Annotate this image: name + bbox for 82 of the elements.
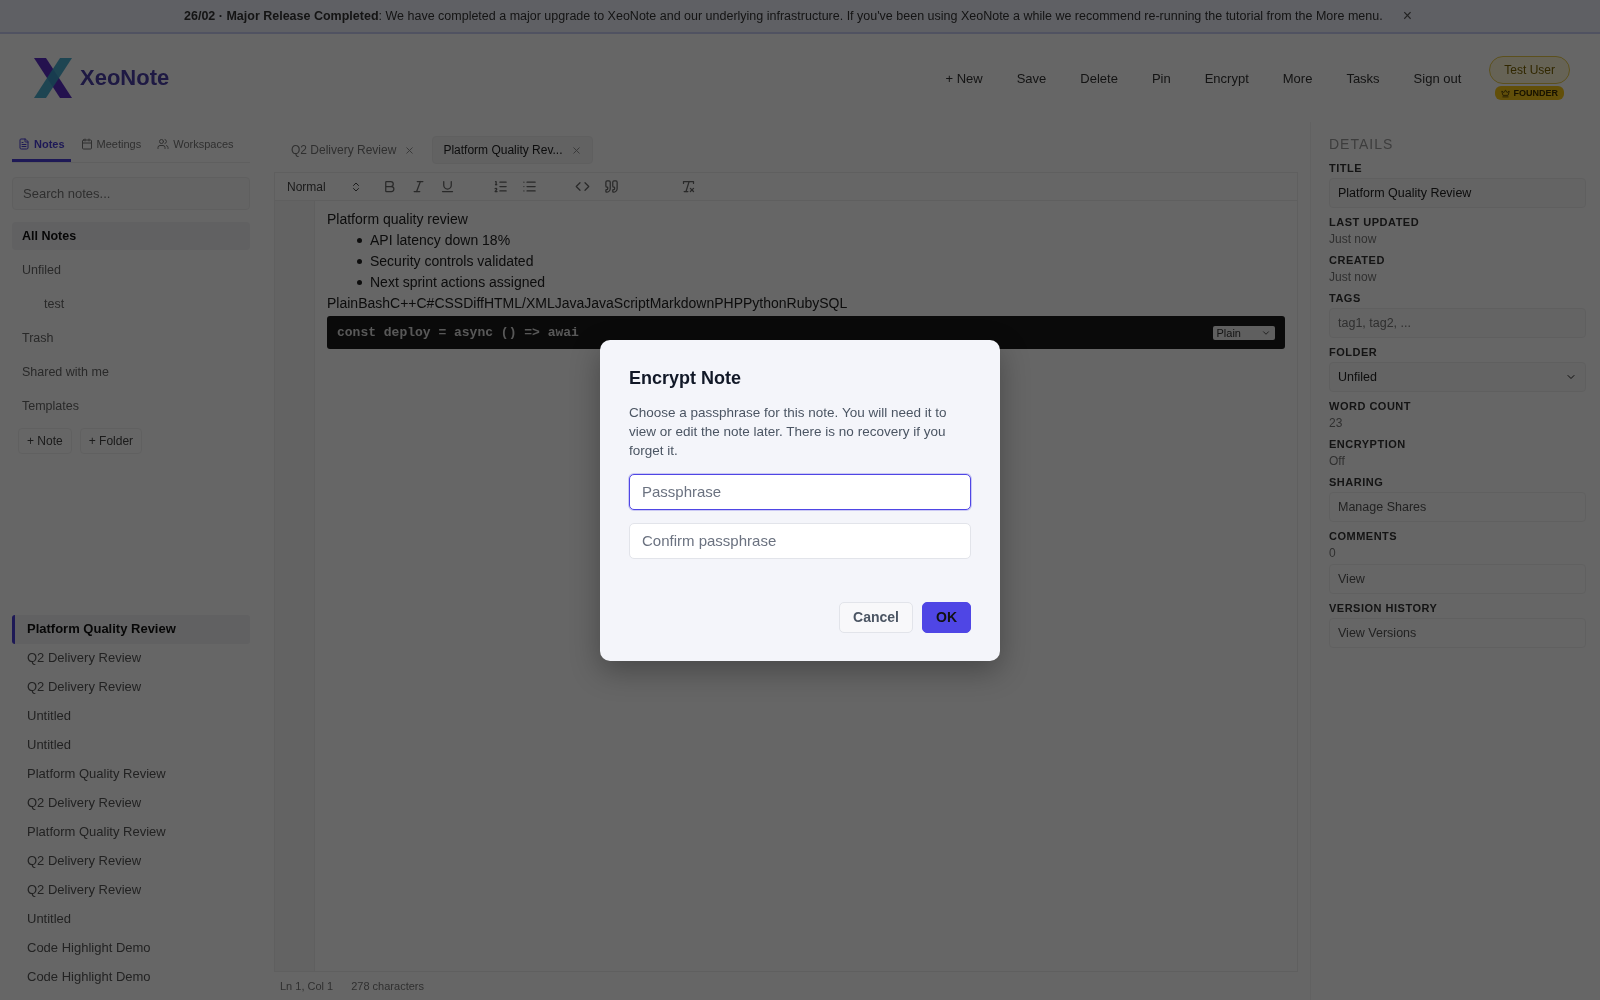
nav-button[interactable]: + New (931, 64, 997, 92)
bullet-icon (357, 279, 362, 285)
note-item[interactable]: Q2 Delivery Review (12, 847, 250, 876)
details-input-field[interactable]: Platform Quality Review (1329, 178, 1586, 208)
nav-button[interactable]: Pin (1137, 64, 1185, 92)
close-icon (570, 144, 582, 156)
ordered-list-icon[interactable] (492, 179, 508, 194)
detail-label: COMMENTS (1329, 530, 1399, 542)
folder-item[interactable]: Templates (12, 392, 250, 420)
nav-button[interactable]: More (1268, 64, 1327, 92)
detail-label: CREATED (1329, 254, 1386, 266)
folder-item[interactable]: All Notes (12, 222, 250, 250)
detail-label: VERSION HISTORY (1329, 602, 1439, 614)
note-item[interactable]: Platform Quality Review (12, 818, 250, 847)
folder-item[interactable]: Shared with me (12, 358, 250, 386)
note-item[interactable]: Q2 Delivery Review (12, 789, 250, 818)
clear-format-icon[interactable] (680, 179, 696, 194)
detail-label: SHARING (1329, 476, 1385, 488)
detail-label: TITLE (1329, 162, 1364, 174)
note-item[interactable]: Platform Quality Review (12, 615, 250, 644)
nav-button[interactable]: Encrypt (1190, 64, 1263, 92)
brand-name: XeoNote (80, 65, 170, 91)
close-icon (404, 144, 416, 156)
detail-label: FOLDER (1329, 346, 1379, 358)
detail-label: LAST UPDATED (1329, 216, 1421, 228)
bullet-icon (357, 258, 362, 264)
editor-tab[interactable]: Platform Quality Rev... (432, 136, 593, 164)
code-text: const deploy = async () => awai (337, 325, 579, 340)
underline-icon[interactable] (439, 179, 455, 194)
note-item[interactable]: Code Highlight Demo (12, 934, 250, 963)
add-button[interactable]: + Note (18, 428, 72, 454)
cancel-button[interactable]: Cancel (839, 601, 913, 633)
note-item[interactable]: Untitled (12, 702, 250, 731)
nav-button[interactable]: Tasks (1332, 64, 1394, 92)
crown-icon (1501, 88, 1511, 98)
format-select[interactable]: Normal (287, 179, 362, 194)
detail-button[interactable]: Manage Shares (1329, 492, 1586, 522)
paragraph-text: PlainBashC++C#CSSDiffHTML/XMLJavaJavaScriptMarkdownPHPPythonRubySQL (327, 295, 849, 311)
folder-select[interactable]: Unfiled (1329, 362, 1586, 392)
bullet-text: API latency down 18% (370, 232, 511, 248)
folder-item[interactable]: test (34, 290, 250, 318)
note-item[interactable]: Untitled (12, 905, 250, 934)
paragraph-text: Platform quality review (327, 211, 469, 227)
workspaces-icon (157, 138, 170, 150)
bullet-text: Next sprint actions assigned (370, 274, 546, 290)
note-item[interactable]: Q2 Delivery Review (12, 876, 250, 905)
note-item[interactable]: Untitled (12, 731, 250, 760)
detail-label: TAGS (1329, 292, 1362, 304)
bullet-text: Security controls validated (370, 253, 534, 269)
notes-icon (18, 138, 30, 150)
dialog-message: Choose a passphrase for this note. You will need it to view or edit the note later. There is no recovery if you forget it. (629, 403, 948, 460)
note-item[interactable]: Code Highlight Demo (12, 963, 250, 992)
banner-text: 26/02 · Major Release Completed: We have completed a major upgrade to XeoNote and our underlying infrastructure. If you've been using XeoNote a while we recommend re-running the tutorial from the More menu. (184, 9, 1383, 23)
nav-button[interactable]: Delete (1066, 64, 1132, 92)
folder-item[interactable]: Trash (12, 324, 250, 352)
language-select[interactable]: Plain (1212, 325, 1275, 340)
note-item[interactable]: Platform Quality Review (12, 760, 250, 789)
add-button[interactable]: + Folder (79, 428, 143, 454)
detail-button[interactable]: View (1329, 564, 1586, 594)
sidebar-tab[interactable]: Notes (12, 132, 71, 162)
nav-button[interactable]: Save (1002, 64, 1061, 92)
detail-button[interactable]: View Versions (1329, 618, 1586, 648)
detail-label: ENCRYPTION (1329, 438, 1407, 450)
founder-badge: FOUNDER (1495, 86, 1564, 100)
close-button[interactable]: × (1398, 7, 1416, 25)
quote-icon[interactable] (603, 179, 619, 194)
italic-icon[interactable] (410, 179, 426, 194)
nav-button[interactable]: Sign out (1399, 64, 1476, 92)
note-item[interactable]: Q2 Delivery Review (12, 673, 250, 702)
code-icon[interactable] (574, 179, 590, 194)
dialog-title: Encrypt Note (629, 367, 743, 389)
folder-item[interactable]: Unfiled (12, 256, 250, 284)
close-button[interactable] (570, 144, 582, 156)
close-button[interactable] (404, 144, 416, 156)
bullet-icon (357, 237, 362, 243)
note-item[interactable]: Q2 Delivery Review (12, 644, 250, 673)
meetings-icon (80, 138, 93, 150)
bullet-list-icon[interactable] (521, 179, 537, 194)
ok-button[interactable]: OK (922, 601, 971, 633)
detail-label: WORD COUNT (1329, 400, 1412, 412)
passphrase-field[interactable]: Passphrase (629, 473, 971, 510)
user-button[interactable]: Test User (1489, 56, 1570, 84)
